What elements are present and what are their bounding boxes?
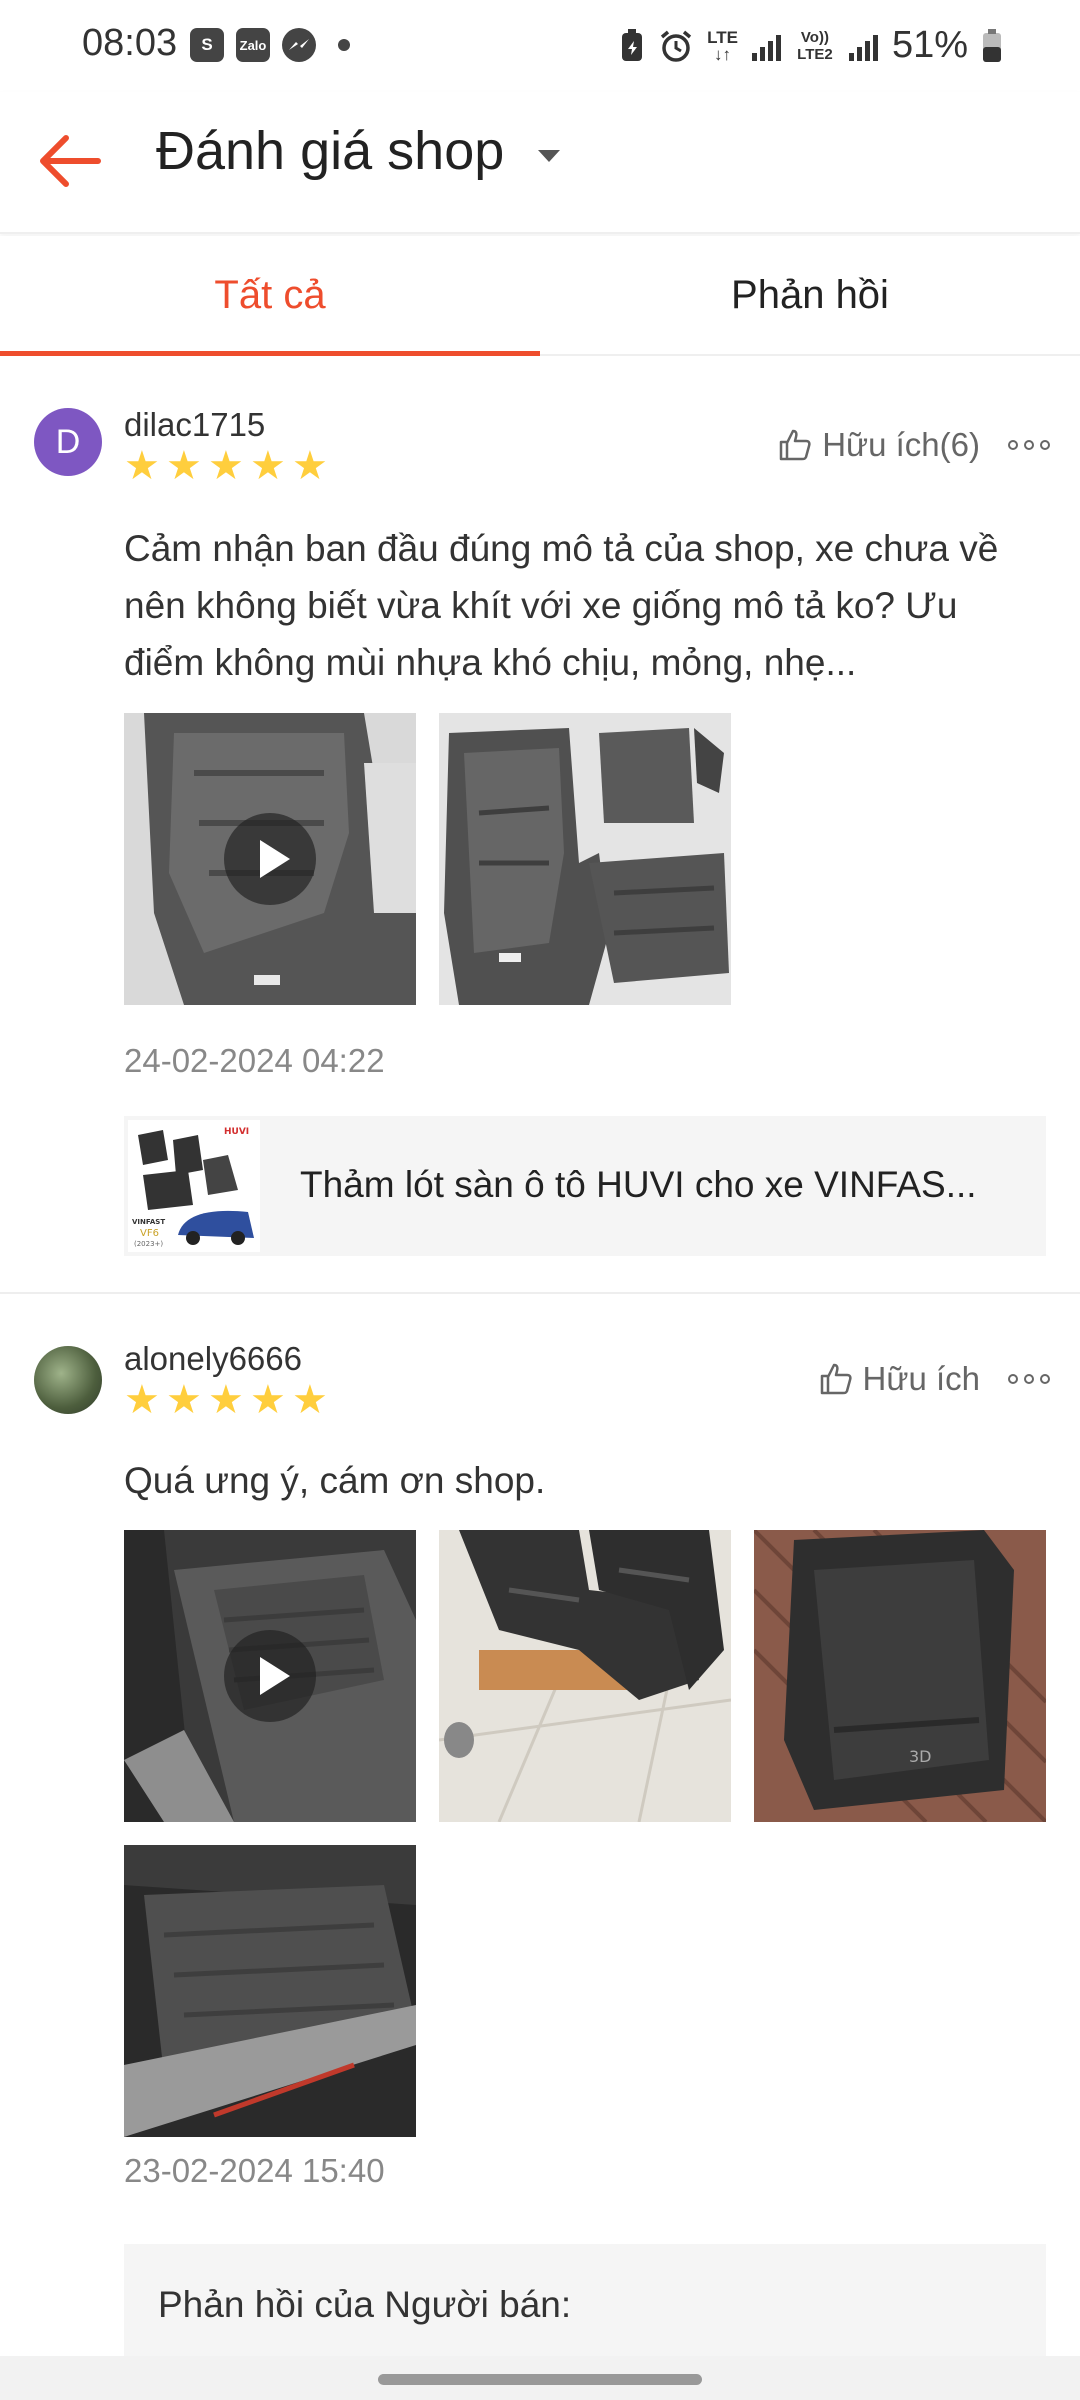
signal-1-icon [751, 31, 781, 61]
home-gesture-handle[interactable] [378, 2374, 702, 2385]
review-video-thumbnail[interactable] [124, 1530, 416, 1822]
zalo-notification-icon: Zalo [236, 28, 270, 62]
battery-saver-icon [622, 28, 643, 61]
helpful-label: Hữu ích(6) [822, 426, 980, 463]
lte-indicator: LTE ↓↑ [707, 27, 738, 64]
more-notifications-dot [338, 39, 350, 51]
status-time: 08:03 [82, 22, 178, 64]
tab-replies[interactable]: Phản hồi [540, 236, 1080, 354]
star-icon: ★ [292, 1378, 328, 1422]
product-brand: HUVI [224, 1127, 249, 1137]
helpful-label: Hữu ích [862, 1360, 980, 1397]
star-icon: ★ [250, 1378, 286, 1422]
shopee-notification-icon: S [190, 28, 224, 62]
thumbs-up-icon [820, 1363, 852, 1395]
notification-icons: S Zalo [190, 28, 350, 62]
volte-indicator: Vo)) LTE2 [797, 28, 833, 63]
back-arrow-icon [40, 135, 101, 187]
review-card: alonely6666 ★ ★ ★ ★ ★ Hữu ích Quá ưng ý,… [0, 1294, 1080, 2364]
alarm-icon [660, 30, 692, 62]
svg-text:3D: 3D [909, 1747, 932, 1766]
review-tabs: Tất cả Phản hồi [0, 236, 1080, 356]
system-navigation-bar [0, 2356, 1080, 2400]
star-icon: ★ [166, 1378, 202, 1422]
battery-percent: 51% [891, 24, 968, 66]
play-icon[interactable] [224, 1630, 316, 1722]
avatar[interactable] [34, 1346, 102, 1414]
floor-mat-image: 3D [754, 1530, 1046, 1822]
star-rating: ★ ★ ★ ★ ★ [124, 1378, 328, 1422]
star-icon: ★ [124, 1378, 160, 1422]
floor-mat-image [439, 1530, 731, 1822]
page-title[interactable]: Đánh giá shop [156, 120, 504, 182]
back-button[interactable] [36, 126, 106, 196]
battery-icon [983, 28, 1001, 62]
review-text: Cảm nhận ban đầu đúng mô tả của shop, xe… [124, 528, 999, 683]
app-header: Đánh giá shop [0, 92, 1080, 234]
star-icon: ★ [292, 444, 328, 488]
seller-reply-title: Phản hồi của Người bán: [158, 2284, 572, 2325]
product-model: VF6 [140, 1228, 159, 1239]
helpful-button[interactable]: Hữu ích(6) [778, 426, 980, 464]
review-photo[interactable] [439, 713, 731, 1005]
product-name: Thảm lót sàn ô tô HUVI cho xe VINFAS... [300, 1164, 977, 1205]
product-thumbnail: HUVI VINFAST VF6 (2023+) [128, 1120, 260, 1252]
more-options-button[interactable] [1008, 1374, 1050, 1384]
star-icon: ★ [166, 444, 202, 488]
product-model-brand: VINFAST [132, 1218, 165, 1226]
thumbs-up-icon [779, 429, 811, 461]
review-date: 23-02-2024 15:40 [124, 2152, 385, 2189]
product-card[interactable]: HUVI VINFAST VF6 (2023+) Thảm lót sàn ô … [124, 1116, 1046, 1256]
status-bar: 08:03 S Zalo LTE ↓↑ Vo)) LTE2 51% [0, 0, 1080, 92]
car-floor-image [124, 1845, 416, 2137]
reviewer-username[interactable]: alonely6666 [124, 1340, 302, 1378]
helpful-button[interactable]: Hữu ích [819, 1360, 980, 1398]
star-icon: ★ [208, 444, 244, 488]
product-model-year: (2023+) [134, 1240, 163, 1248]
tab-all[interactable]: Tất cả [0, 236, 540, 356]
review-text: Quá ưng ý, cám ơn shop. [124, 1460, 546, 1501]
star-rating: ★ ★ ★ ★ ★ [124, 444, 328, 488]
review-date: 24-02-2024 04:22 [124, 1042, 385, 1079]
star-icon: ★ [250, 444, 286, 488]
star-icon: ★ [124, 444, 160, 488]
product-image: HUVI VINFAST VF6 (2023+) [128, 1120, 260, 1252]
messenger-icon [282, 28, 316, 62]
review-photo[interactable] [439, 1530, 731, 1822]
star-icon: ★ [208, 1378, 244, 1422]
signal-2-icon [848, 31, 878, 61]
review-video-thumbnail[interactable] [124, 713, 416, 1005]
reviewer-username[interactable]: dilac1715 [124, 406, 265, 444]
system-icons: LTE ↓↑ Vo)) LTE2 51% [619, 24, 1002, 67]
more-options-button[interactable] [1008, 440, 1050, 450]
floor-mat-image [439, 713, 731, 1005]
avatar[interactable]: D [34, 408, 102, 476]
seller-reply: Phản hồi của Người bán: [124, 2244, 1046, 2364]
review-card: D dilac1715 ★ ★ ★ ★ ★ Hữu ích(6) Cảm nhậ… [0, 356, 1080, 1294]
title-dropdown-icon[interactable] [538, 150, 560, 162]
review-photo[interactable]: 3D [754, 1530, 1046, 1822]
review-photo[interactable] [124, 1845, 416, 2137]
play-icon[interactable] [224, 813, 316, 905]
